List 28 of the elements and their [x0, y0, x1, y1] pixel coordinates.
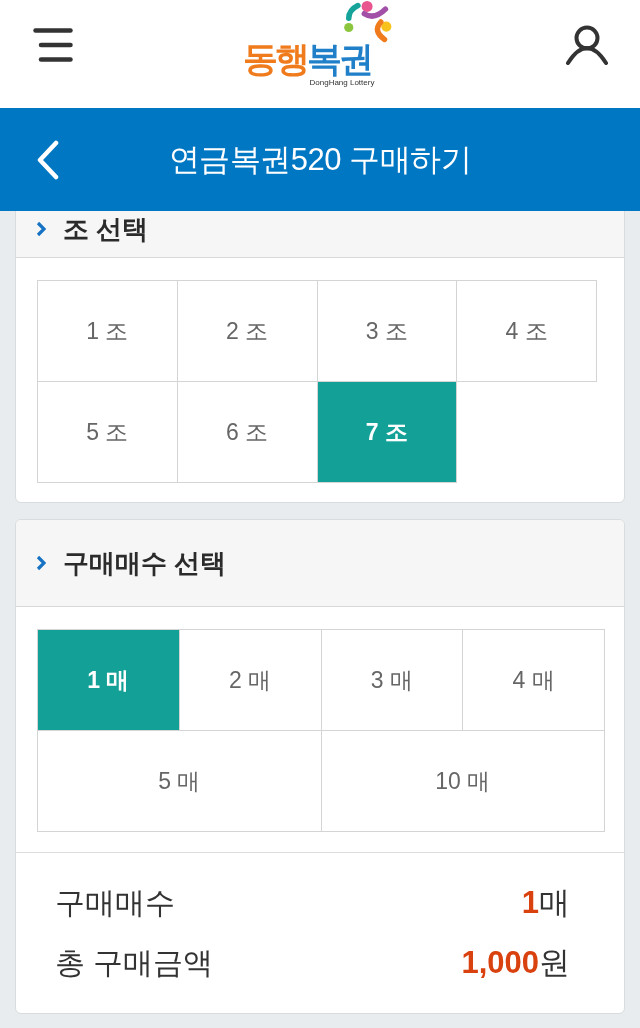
logo-wordmark[interactable]: 동행복권 — [242, 40, 371, 78]
option-button[interactable]: 7 조 — [317, 382, 458, 483]
logo-tagline: DongHang Lottery — [309, 78, 375, 88]
user-icon[interactable] — [565, 25, 609, 65]
option-button[interactable]: 4 조 — [457, 281, 597, 382]
option-button[interactable]: 5 조 — [38, 382, 178, 483]
option-button[interactable]: 2 조 — [177, 281, 318, 382]
back-icon[interactable] — [36, 139, 60, 180]
chevron-icon — [36, 221, 46, 237]
summary-label: 구매매수 — [55, 884, 175, 921]
option-button[interactable]: 2 매 — [179, 630, 322, 731]
option-button[interactable]: 6 조 — [177, 382, 318, 483]
section-title: 조 선택 — [63, 212, 149, 246]
menu-icon[interactable] — [33, 28, 73, 62]
chevron-icon — [36, 555, 46, 571]
page-title: 연금복권520 구매하기 — [168, 140, 472, 179]
option-button[interactable]: 3 매 — [321, 630, 464, 731]
summary-value: 1,000원 — [461, 944, 570, 982]
option-button[interactable]: 3 조 — [317, 281, 458, 382]
section-title: 구매매수 선택 — [63, 546, 227, 580]
option-button[interactable]: 1 매 — [38, 630, 180, 731]
summary-value: 1매 — [521, 884, 570, 922]
option-button[interactable]: 10 매 — [321, 731, 605, 832]
option-button[interactable]: 5 매 — [38, 731, 322, 832]
summary-label: 총 구매금액 — [55, 944, 214, 981]
option-button[interactable]: 1 조 — [38, 281, 178, 382]
logo-mark-icon — [342, 0, 393, 44]
option-button[interactable]: 4 매 — [463, 630, 605, 731]
